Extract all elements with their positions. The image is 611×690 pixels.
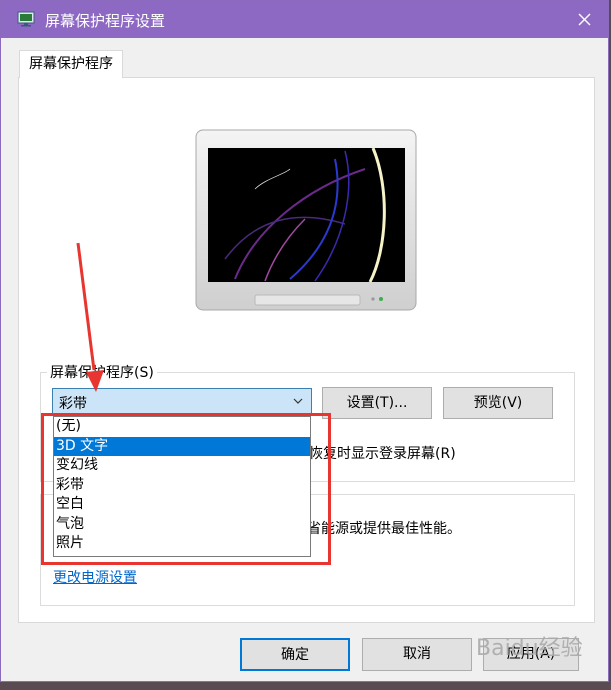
dropdown-option[interactable]: 变幻线 xyxy=(54,456,310,476)
preview-button[interactable]: 预览(V) xyxy=(443,387,553,419)
dropdown-option[interactable]: 空白 xyxy=(54,495,310,515)
dropdown-option[interactable]: 照片 xyxy=(54,534,310,554)
title-bar: 屏幕保护程序设置 xyxy=(1,1,608,38)
screensaver-dropdown-list: (无) 3D 文字 变幻线 彩带 空白 气泡 照片 xyxy=(53,416,311,557)
screensaver-select[interactable]: 彩带 xyxy=(52,388,312,416)
screensaver-settings-window: 屏幕保护程序设置 屏幕保护程序 屏幕保护程序(S) 彩带 设置(T)... 预览… xyxy=(0,0,609,682)
change-power-settings-link[interactable]: 更改电源设置 xyxy=(53,567,137,587)
dropdown-option[interactable]: 彩带 xyxy=(54,476,310,496)
tab-screensaver[interactable]: 屏幕保护程序 xyxy=(19,50,123,78)
screensaver-group-label: 屏幕保护程序(S) xyxy=(47,362,157,382)
settings-button[interactable]: 设置(T)... xyxy=(322,387,432,419)
power-description: 省能源或提供最佳性能。 xyxy=(307,521,461,537)
monitor-app-icon xyxy=(17,11,35,27)
cancel-button[interactable]: 取消 xyxy=(362,638,472,671)
screensaver-preview-monitor xyxy=(195,129,417,311)
screensaver-select-value: 彩带 xyxy=(59,396,87,412)
chevron-down-icon xyxy=(293,398,303,404)
dropdown-option[interactable]: 气泡 xyxy=(54,515,310,535)
close-button[interactable] xyxy=(562,1,608,38)
close-icon xyxy=(578,13,591,26)
window-title: 屏幕保护程序设置 xyxy=(45,12,166,30)
dropdown-option-selected[interactable]: 3D 文字 xyxy=(54,436,310,456)
dropdown-option[interactable]: (无) xyxy=(54,417,310,437)
watermark: Baidu经验 xyxy=(476,636,583,661)
ok-button[interactable]: 确定 xyxy=(240,638,350,671)
resume-login-label[interactable]: 恢复时显示登录屏幕(R) xyxy=(309,443,456,463)
